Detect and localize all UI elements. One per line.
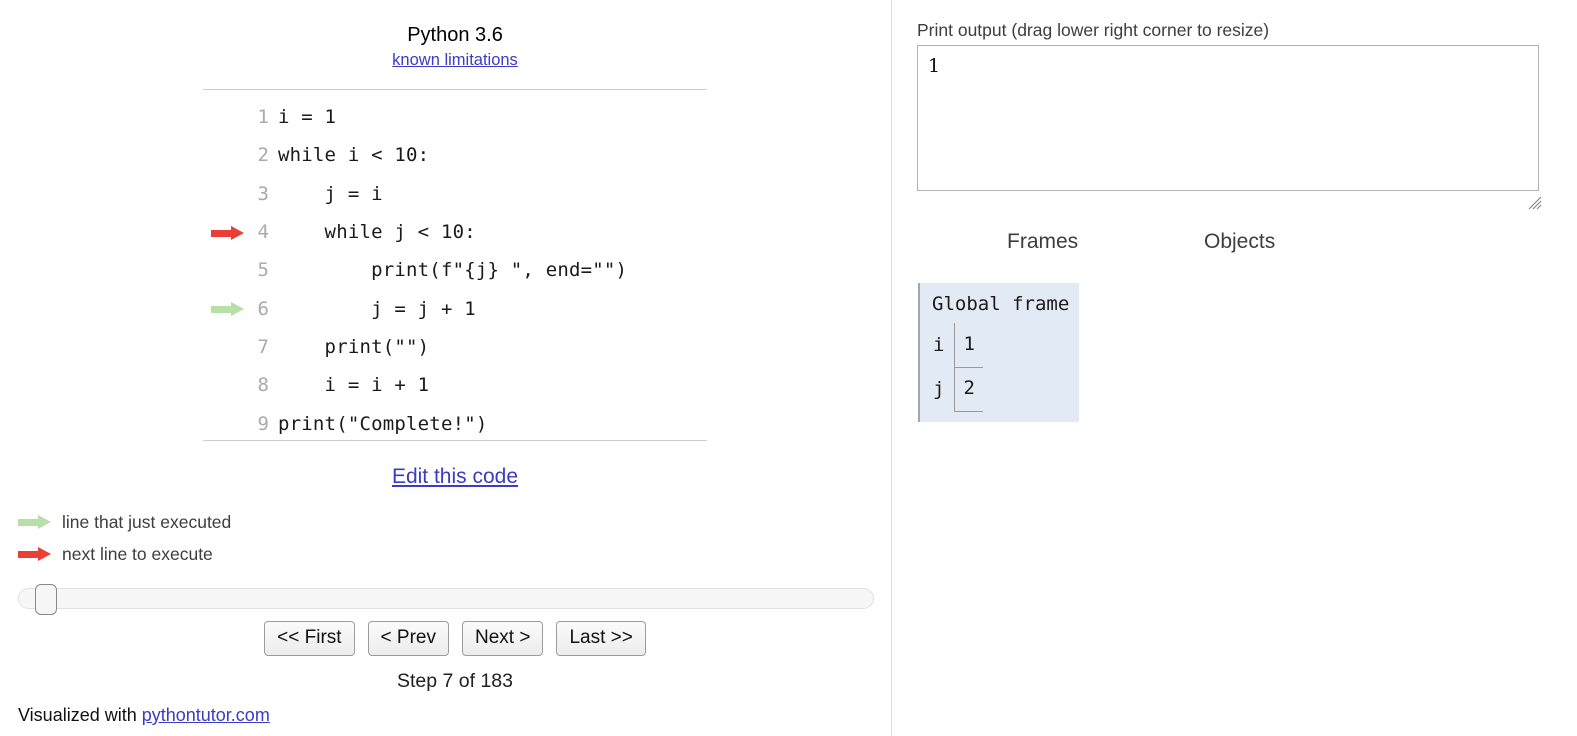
next-step-button[interactable]: Next > [462, 621, 544, 656]
line-number: 1 [257, 106, 269, 129]
variable-value: 1 [954, 323, 983, 368]
execution-legend: line that just executed next line to exe… [18, 506, 231, 570]
line-marker-cell [203, 98, 245, 136]
global-frame-title: Global frame [932, 293, 1070, 315]
code-line-text[interactable]: i = 1 [278, 98, 627, 136]
line-number: 9 [257, 412, 269, 435]
print-output-label: Print output (drag lower right corner to… [917, 20, 1270, 40]
footer-attribution: Visualized with pythontutor.com [18, 705, 270, 726]
variable-value: 2 [954, 367, 983, 412]
code-line-text[interactable]: i = i + 1 [278, 366, 627, 404]
line-marker-cell [203, 404, 245, 442]
next-line-arrow-icon [18, 547, 52, 561]
known-limitations-link[interactable]: known limitations [392, 51, 518, 69]
code-line-text[interactable]: while i < 10: [278, 136, 627, 174]
variable-row: i 1 [932, 323, 983, 368]
line-marker-cell [203, 289, 245, 327]
code-line-text[interactable]: j = i [278, 175, 627, 213]
code-line-row: 9 print("Complete!") [203, 404, 627, 442]
code-line-row: 8 i = i + 1 [203, 366, 627, 404]
step-navigation-buttons: << First < Prev Next > Last >> [203, 621, 707, 656]
footer-prefix-text: Visualized with [18, 705, 142, 725]
resize-handle-icon[interactable] [1528, 196, 1542, 210]
legend-label-next: next line to execute [62, 543, 213, 564]
code-line-text[interactable]: print("Complete!") [278, 404, 627, 442]
code-line-text[interactable]: print("") [278, 328, 627, 366]
prev-step-button[interactable]: < Prev [367, 621, 449, 656]
legend-row-next: next line to execute [18, 538, 231, 570]
visualization-panel: Print output (drag lower right corner to… [892, 0, 1577, 736]
line-marker-cell [203, 251, 245, 289]
frames-column-header: Frames [1007, 230, 1079, 253]
code-lines-body: 1 i = 1 2 while i < 10: 3 j = i 4 while … [203, 98, 627, 443]
code-line-row: 3 j = i [203, 175, 627, 213]
line-marker-cell [203, 175, 245, 213]
edit-code-container: Edit this code [203, 465, 707, 489]
executed-line-arrow-icon [18, 515, 52, 529]
execution-slider[interactable] [18, 584, 874, 615]
code-line-row: 4 while j < 10: [203, 213, 627, 251]
execution-slider-handle[interactable] [35, 584, 57, 615]
code-line-text[interactable]: while j < 10: [278, 213, 627, 251]
variable-name: i [933, 334, 945, 356]
next-line-arrow-icon [211, 225, 245, 240]
last-step-button[interactable]: Last >> [556, 621, 646, 656]
line-number: 6 [257, 297, 269, 320]
line-number: 7 [257, 335, 269, 358]
code-top-rule [203, 89, 707, 90]
line-number: 8 [257, 374, 269, 397]
language-title: Python 3.6 [407, 24, 503, 46]
executed-line-arrow-icon [211, 302, 245, 317]
global-frame-variables: i 1 j 2 [932, 323, 983, 412]
variable-row: j 2 [932, 367, 983, 412]
line-marker-cell [203, 366, 245, 404]
code-line-row: 2 while i < 10: [203, 136, 627, 174]
line-marker-cell [203, 213, 245, 251]
first-step-button[interactable]: << First [264, 621, 355, 656]
line-number: 4 [257, 221, 269, 244]
line-number: 5 [257, 259, 269, 282]
code-panel: Python 3.6 known limitations 1 i = 1 2 w… [0, 0, 891, 736]
legend-label-executed: line that just executed [62, 511, 232, 532]
code-line-row: 6 j = j + 1 [203, 289, 627, 327]
legend-row-executed: line that just executed [18, 506, 231, 538]
code-line-text[interactable]: print(f"{j} ", end="") [278, 251, 627, 289]
line-number: 3 [257, 182, 269, 205]
step-counter-label: Step 7 of 183 [396, 670, 513, 692]
line-number: 2 [257, 144, 269, 167]
edit-this-code-link[interactable]: Edit this code [392, 465, 518, 488]
language-header: Python 3.6 known limitations [203, 22, 707, 71]
variable-name: j [933, 378, 945, 400]
code-bottom-rule [203, 440, 707, 441]
code-line-row: 1 i = 1 [203, 98, 627, 136]
code-line-row: 5 print(f"{j} ", end="") [203, 251, 627, 289]
global-frame-box: Global frame i 1 j 2 [918, 283, 1080, 422]
code-listing: 1 i = 1 2 while i < 10: 3 j = i 4 while … [203, 98, 627, 443]
objects-column-header: Objects [1204, 230, 1276, 253]
print-output-textarea[interactable]: 1 [917, 45, 1539, 191]
code-line-text[interactable]: j = j + 1 [278, 289, 627, 327]
code-line-row: 7 print("") [203, 328, 627, 366]
visualization-column-headers: Frames Objects [892, 230, 1577, 258]
pythontutor-link[interactable]: pythontutor.com [142, 705, 270, 725]
line-marker-cell [203, 328, 245, 366]
line-marker-cell [203, 136, 245, 174]
